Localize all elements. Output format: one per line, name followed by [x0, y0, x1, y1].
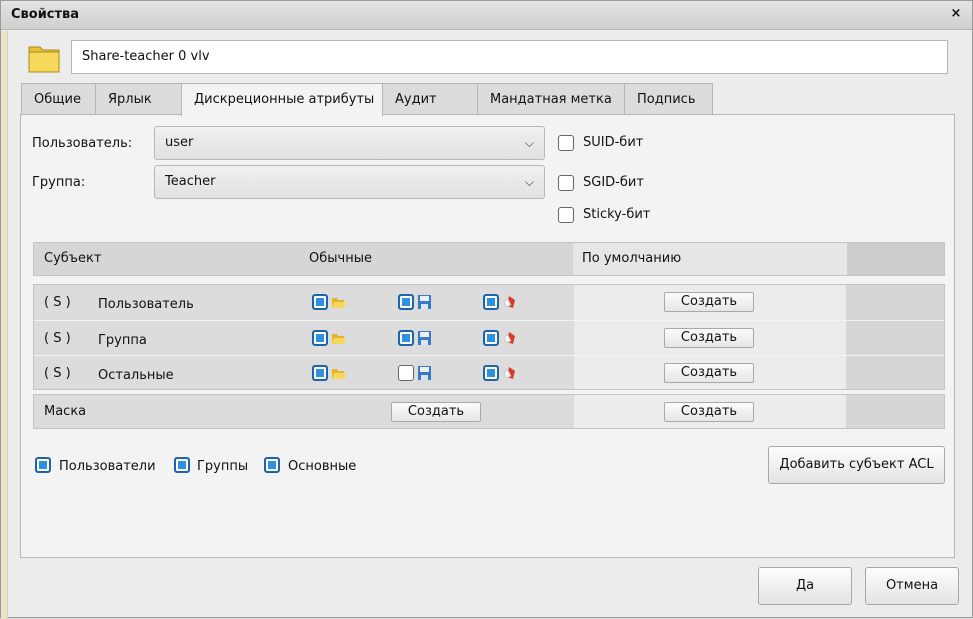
- acl-table-body: ( S ) Пользователь Создать ( S ) Группа: [33, 284, 945, 390]
- read-checkbox[interactable]: [312, 365, 328, 381]
- properties-dialog: Свойства × Share-teacher 0 vlv Общие Ярл…: [0, 0, 973, 619]
- header-normal: Обычные: [309, 251, 372, 266]
- read-checkbox[interactable]: [312, 330, 328, 346]
- write-permission[interactable]: [398, 364, 432, 382]
- write-permission[interactable]: [398, 293, 432, 311]
- execute-checkbox[interactable]: [483, 330, 499, 346]
- title-bar[interactable]: Свойства ×: [1, 1, 972, 30]
- write-checkbox[interactable]: [398, 330, 414, 346]
- table-row[interactable]: ( S ) Остальные Создать: [34, 355, 944, 390]
- tab-signature[interactable]: Подпись: [624, 83, 713, 115]
- mask-row: Маска Создать Создать: [33, 394, 945, 429]
- execute-permission[interactable]: [483, 329, 517, 347]
- group-select[interactable]: Teacher ⌵: [154, 165, 545, 199]
- tab-bar: Общие Ярлык Дискреционные атрибуты Аудит…: [21, 83, 713, 116]
- suid-label: SUID-бит: [583, 135, 644, 150]
- read-permission[interactable]: [312, 293, 346, 311]
- header-extra-column: [847, 243, 944, 275]
- sticky-label: Sticky-бит: [583, 207, 651, 222]
- create-default-button[interactable]: Создать: [664, 292, 754, 312]
- acl-table-header: Субъект Обычные По умолчанию: [33, 242, 945, 276]
- execute-permission[interactable]: [483, 293, 517, 311]
- read-checkbox[interactable]: [312, 294, 328, 310]
- background-window-edge: [1, 31, 8, 619]
- close-icon[interactable]: ×: [948, 5, 964, 23]
- table-row[interactable]: ( S ) Пользователь Создать: [34, 285, 944, 320]
- floppy-disk-icon: [418, 295, 431, 309]
- groups-filter-checkbox[interactable]: [174, 457, 190, 473]
- subject-name: Пользователь: [98, 297, 194, 312]
- chevron-down-icon: ⌵: [524, 175, 534, 189]
- subject-name: Остальные: [98, 368, 174, 383]
- chevron-down-icon: ⌵: [524, 136, 534, 150]
- create-default-button[interactable]: Создать: [664, 363, 754, 383]
- users-filter-checkbox[interactable]: [35, 457, 51, 473]
- read-permission[interactable]: [312, 364, 346, 382]
- sgid-label: SGID-бит: [583, 175, 644, 190]
- tab-audit[interactable]: Аудит: [382, 83, 478, 115]
- execute-icon: [503, 332, 515, 344]
- execute-icon: [503, 367, 515, 379]
- suid-checkbox[interactable]: [558, 135, 574, 151]
- header-subject: Субъект: [44, 251, 102, 266]
- sticky-checkbox[interactable]: [558, 207, 574, 223]
- group-select-value: Teacher: [165, 174, 216, 189]
- folder-open-icon: [332, 369, 346, 379]
- execute-icon: [503, 296, 515, 308]
- cancel-button[interactable]: Отмена: [865, 567, 959, 605]
- subject-tag: ( S ): [44, 331, 71, 346]
- basic-filter-label: Основные: [288, 459, 357, 474]
- execute-checkbox[interactable]: [483, 294, 499, 310]
- table-row[interactable]: ( S ) Группа Создать: [34, 320, 944, 355]
- group-label: Группа:: [32, 175, 86, 190]
- create-mask-button[interactable]: Создать: [391, 402, 481, 422]
- ok-button[interactable]: Да: [758, 567, 852, 605]
- subject-tag: ( S ): [44, 366, 71, 381]
- execute-checkbox[interactable]: [483, 365, 499, 381]
- folder-open-icon: [332, 298, 346, 308]
- floppy-disk-icon: [418, 366, 431, 380]
- tab-shortcut[interactable]: Ярлык: [95, 83, 182, 115]
- user-select-value: user: [165, 135, 194, 150]
- folder-open-icon: [332, 334, 346, 344]
- header-default: По умолчанию: [582, 251, 682, 266]
- subject-name: Группа: [98, 333, 147, 348]
- execute-permission[interactable]: [483, 364, 517, 382]
- write-checkbox[interactable]: [398, 365, 414, 381]
- create-default-button[interactable]: Создать: [664, 328, 754, 348]
- add-acl-subject-button[interactable]: Добавить субъект ACL: [768, 446, 945, 484]
- basic-filter-checkbox[interactable]: [264, 457, 280, 473]
- read-permission[interactable]: [312, 329, 346, 347]
- tab-discretionary-attributes[interactable]: Дискреционные атрибуты: [181, 83, 383, 116]
- mask-label: Маска: [44, 404, 87, 419]
- user-select[interactable]: user ⌵: [154, 126, 545, 160]
- file-name-field[interactable]: Share-teacher 0 vlv: [71, 40, 948, 74]
- write-permission[interactable]: [398, 329, 432, 347]
- floppy-disk-icon: [418, 331, 431, 345]
- sgid-checkbox[interactable]: [558, 175, 574, 191]
- create-default-mask-button[interactable]: Создать: [664, 402, 754, 422]
- users-filter-label: Пользователи: [59, 459, 156, 474]
- subject-tag: ( S ): [44, 295, 71, 310]
- window-title: Свойства: [11, 7, 80, 22]
- user-label: Пользователь:: [32, 136, 133, 151]
- groups-filter-label: Группы: [197, 459, 249, 474]
- tab-general[interactable]: Общие: [21, 83, 96, 115]
- tab-mandatory-label[interactable]: Мандатная метка: [477, 83, 625, 115]
- write-checkbox[interactable]: [398, 294, 414, 310]
- mask-extra-column: [846, 395, 944, 428]
- folder-icon: [28, 46, 60, 73]
